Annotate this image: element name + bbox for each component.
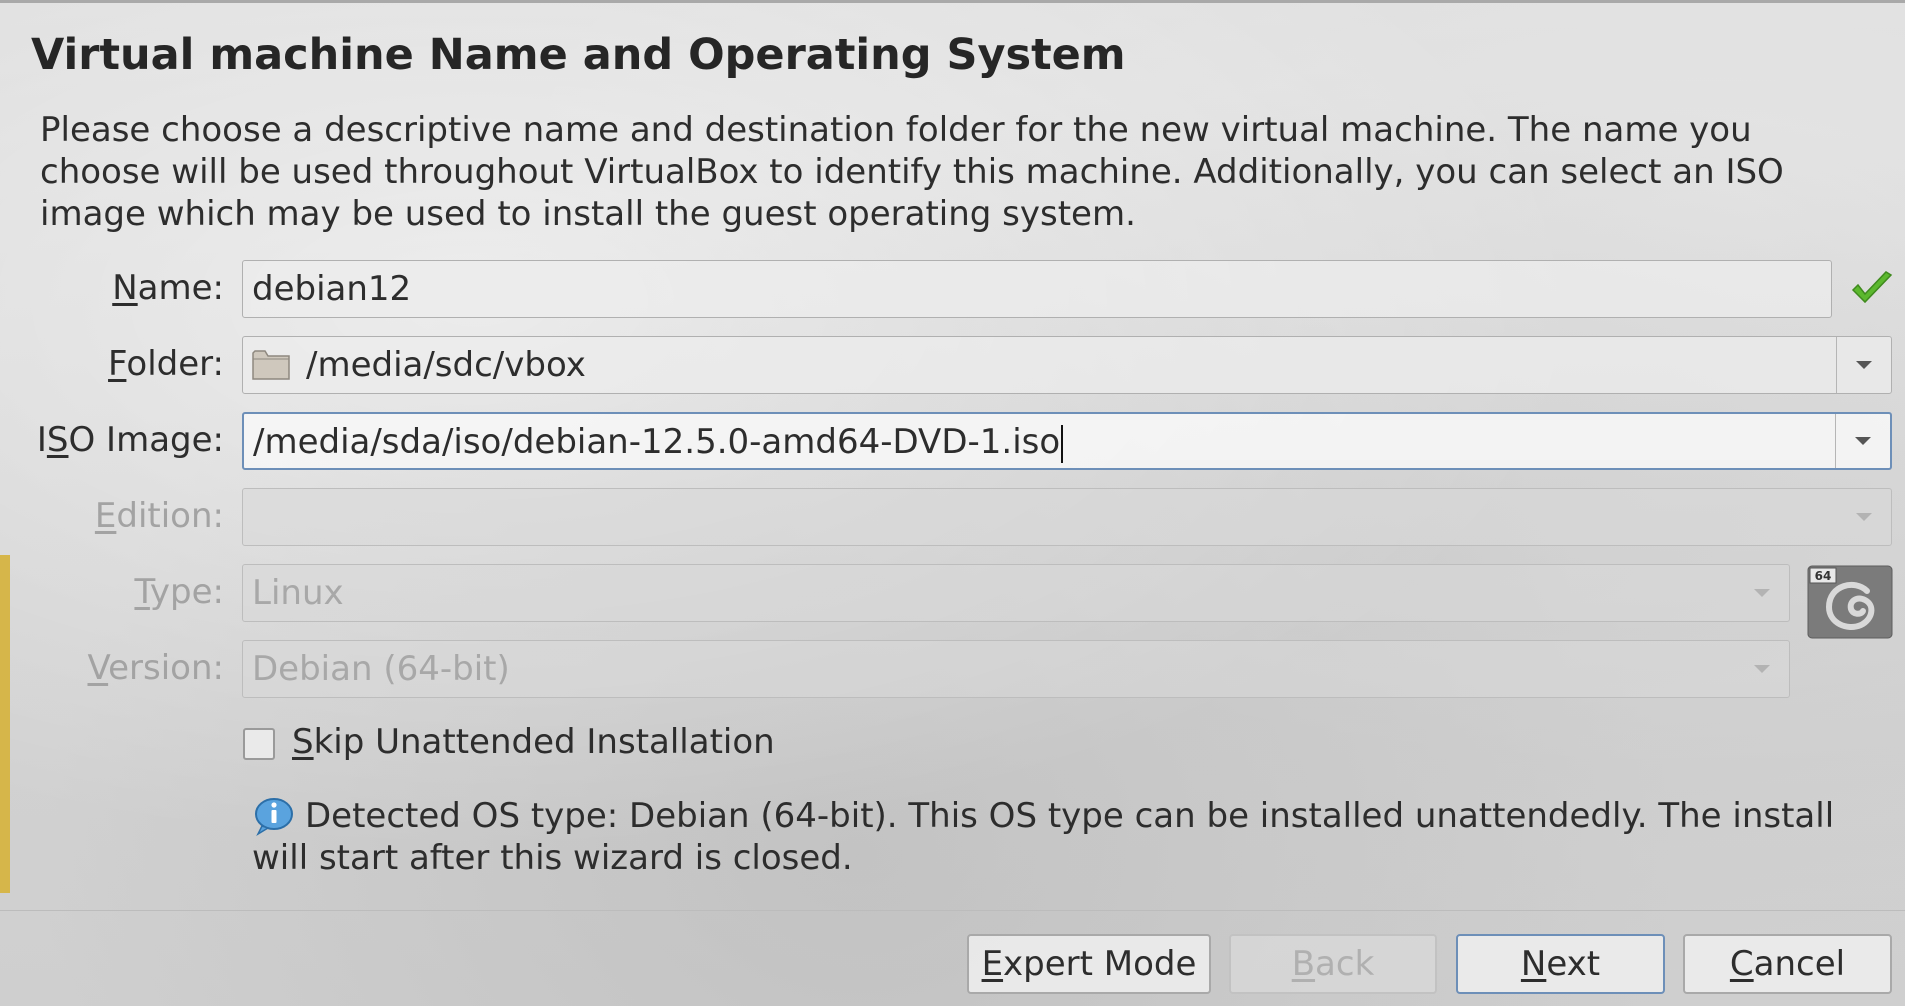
- iso-image-value: /media/sda/iso/debian-12.5.0-amd64-DVD-1…: [253, 422, 1061, 462]
- back-button[interactable]: Back: [1229, 934, 1437, 994]
- chevron-down-icon: [1856, 361, 1872, 369]
- version-label: Version:: [87, 648, 225, 688]
- type-combobox[interactable]: Linux: [242, 564, 1790, 622]
- cancel-button[interactable]: Cancel: [1683, 934, 1892, 994]
- type-value: Linux: [252, 573, 344, 613]
- footer-divider: [0, 910, 1905, 911]
- next-button[interactable]: Next: [1456, 934, 1665, 994]
- name-input[interactable]: debian12: [242, 260, 1832, 318]
- folder-label: Folder:: [108, 344, 224, 384]
- debian-swirl-icon: 64: [1807, 565, 1893, 639]
- name-label: Name:: [112, 268, 224, 308]
- folder-value: /media/sdc/vbox: [306, 345, 586, 385]
- expert-mode-button[interactable]: Expert Mode: [967, 934, 1211, 994]
- chevron-down-icon: [1856, 513, 1872, 521]
- page-description: Please choose a descriptive name and des…: [40, 110, 1784, 234]
- type-dropdown-button[interactable]: [1735, 565, 1789, 621]
- iso-dropdown-button[interactable]: [1835, 414, 1890, 468]
- version-dropdown-button[interactable]: [1735, 641, 1789, 697]
- os-64bit-badge: 64: [1815, 569, 1832, 583]
- chevron-down-icon: [1754, 589, 1770, 597]
- edition-dropdown-button[interactable]: [1837, 489, 1891, 545]
- edition-combobox[interactable]: [242, 488, 1892, 546]
- skip-unattended-checkbox[interactable]: [243, 728, 275, 760]
- skip-unattended-label[interactable]: Skip Unattended Installation: [292, 722, 775, 762]
- folder-icon: [252, 349, 290, 380]
- folder-combobox[interactable]: /media/sdc/vbox: [242, 336, 1892, 394]
- type-label: Type:: [134, 572, 224, 612]
- name-value: debian12: [252, 269, 412, 309]
- chevron-down-icon: [1754, 665, 1770, 673]
- window-top-border: [0, 0, 1905, 3]
- chevron-down-icon: [1855, 437, 1871, 445]
- page-title: Virtual machine Name and Operating Syste…: [31, 30, 1126, 80]
- version-combobox[interactable]: Debian (64-bit): [242, 640, 1790, 698]
- version-value: Debian (64-bit): [252, 649, 510, 689]
- iso-image-combobox[interactable]: /media/sda/iso/debian-12.5.0-amd64-DVD-1…: [242, 412, 1892, 470]
- detected-os-info: Detected OS type: Debian (64-bit). This …: [252, 796, 1835, 878]
- edition-label: Edition:: [94, 496, 224, 536]
- text-cursor: [1061, 424, 1064, 463]
- valid-check-icon: [1851, 271, 1893, 304]
- folder-dropdown-button[interactable]: [1836, 337, 1891, 393]
- iso-image-label: ISO Image:: [36, 420, 224, 460]
